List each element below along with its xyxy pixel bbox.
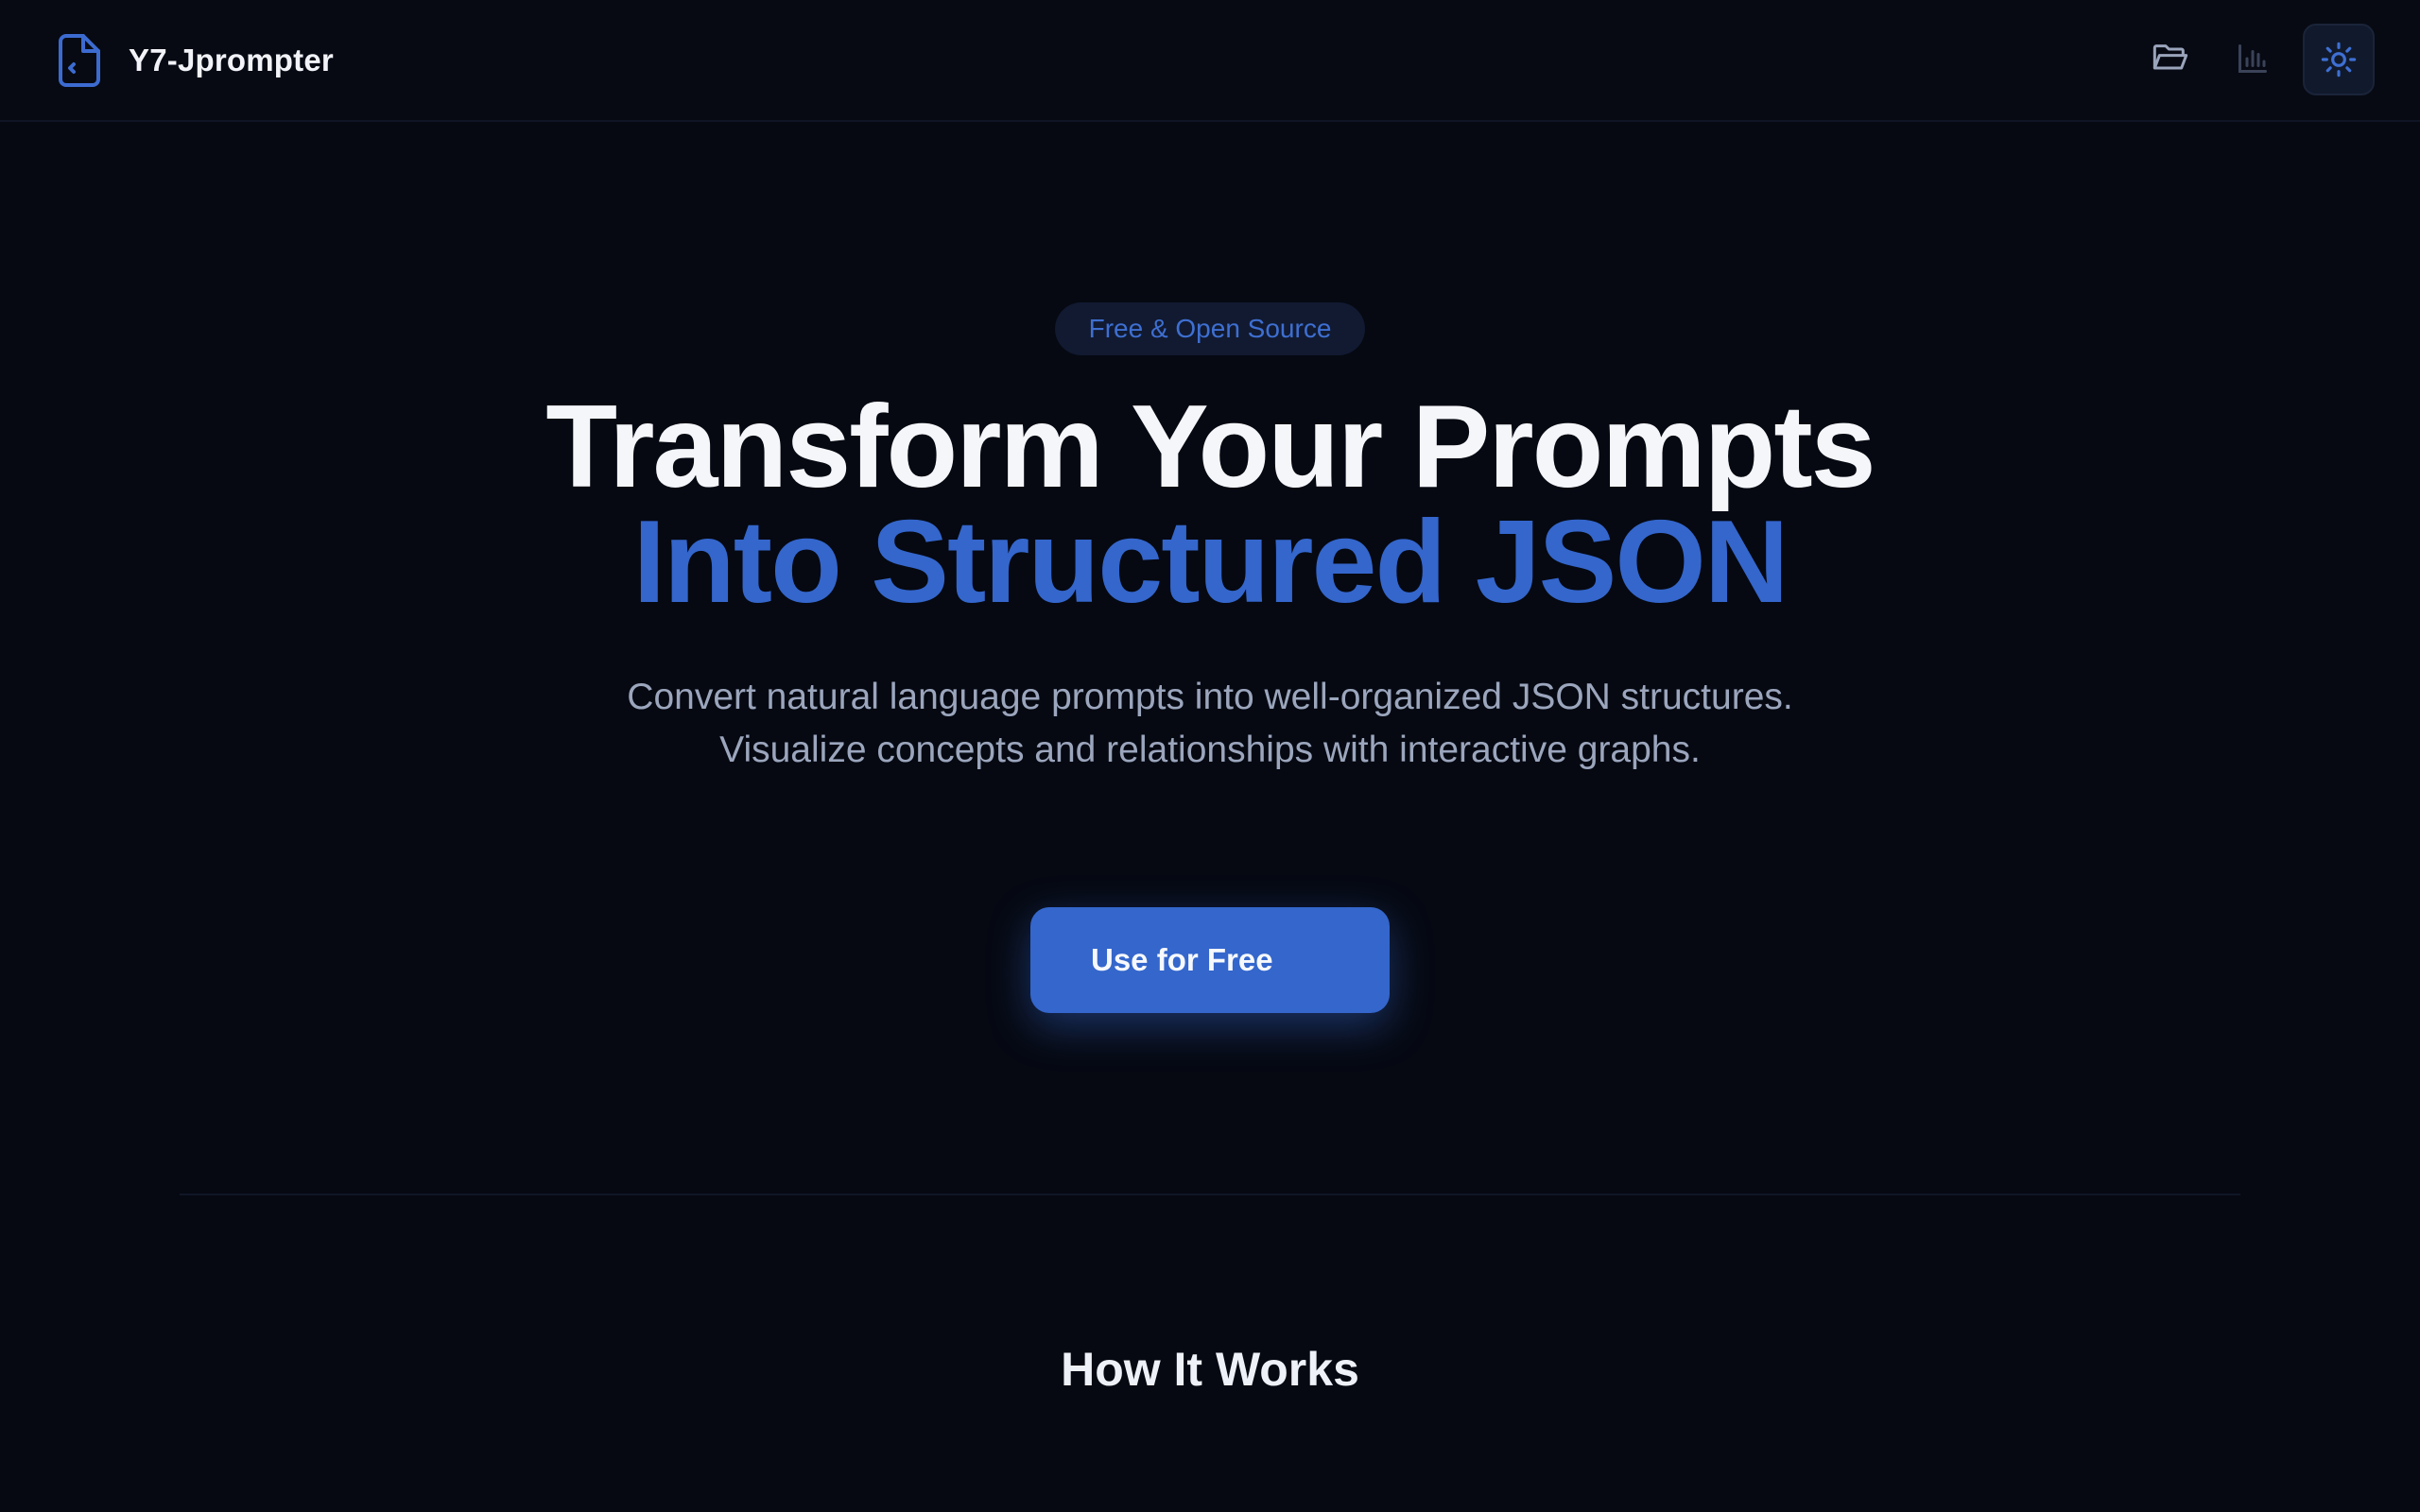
- headline-line-2: Into Structured JSON: [632, 497, 1789, 627]
- brand-name: Y7-Jprompter: [129, 43, 334, 77]
- analytics-button[interactable]: [2217, 23, 2289, 94]
- use-for-free-button[interactable]: Use for Free: [1030, 907, 1390, 1013]
- folder-open-icon: [2152, 44, 2188, 70]
- hero-subtitle: Convert natural language prompts into we…: [627, 677, 1793, 770]
- top-navigation-bar: Y7-Jprompter: [0, 0, 2420, 122]
- how-it-works-title: How It Works: [1061, 1343, 1359, 1396]
- open-source-badge: Free & Open Source: [1055, 302, 1365, 355]
- brand[interactable]: Y7-Jprompter: [57, 34, 334, 87]
- file-code-icon: [59, 34, 100, 87]
- section-divider: [180, 1194, 2240, 1195]
- theme-toggle-button[interactable]: [2303, 24, 2375, 95]
- open-project-button[interactable]: [2135, 23, 2206, 94]
- bar-chart-icon: [2238, 44, 2267, 73]
- headline-line-1: Transform Your Prompts: [545, 382, 1876, 512]
- hero-headline: Transform Your Prompts Into Structured J…: [0, 382, 2420, 627]
- sun-icon: [2321, 42, 2357, 77]
